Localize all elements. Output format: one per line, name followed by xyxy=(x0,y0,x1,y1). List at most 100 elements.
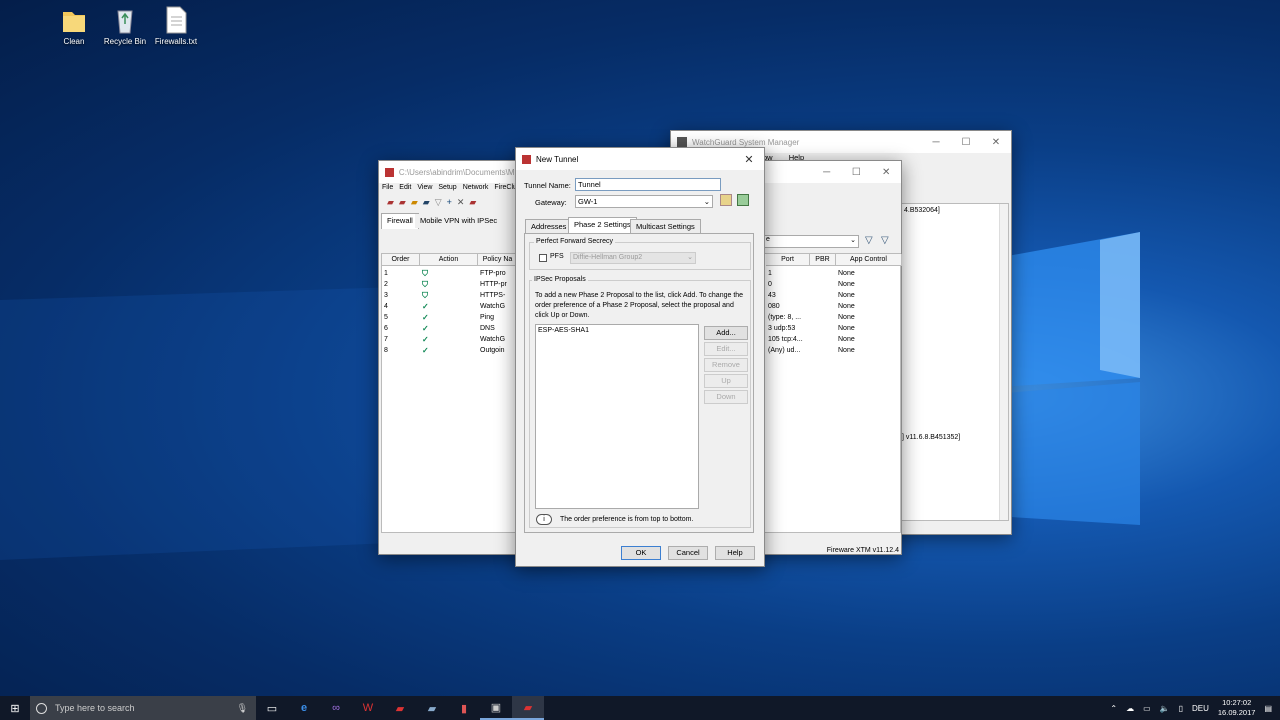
add-gateway-icon[interactable] xyxy=(737,194,749,206)
clock-date: 16.09.2017 xyxy=(1217,708,1256,717)
tab-phase-2-settings[interactable]: Phase 2 Settings xyxy=(568,217,637,233)
close-icon[interactable]: ✕ xyxy=(734,153,764,166)
close-icon[interactable]: ✕ xyxy=(981,137,1011,148)
menu-network[interactable]: Network xyxy=(463,184,489,191)
delete-icon[interactable]: ✕ xyxy=(457,197,470,207)
diffie-hellman-select[interactable]: Diffie-Hellman Group2 ⌄ xyxy=(570,252,696,264)
tab-mobile-vpn-ipsec[interactable]: Mobile VPN with IPSec xyxy=(415,214,503,228)
menu-view[interactable]: View xyxy=(417,184,432,191)
toolbar-icon[interactable]: ▰ xyxy=(399,197,411,207)
microphone-icon[interactable]: 🎙 xyxy=(237,703,248,714)
dialog-app-icon xyxy=(522,154,531,164)
up-button[interactable]: Up xyxy=(704,374,748,388)
down-button[interactable]: Down xyxy=(704,390,748,404)
text-file-icon xyxy=(163,6,189,34)
menu-file[interactable]: File xyxy=(382,184,393,191)
close-icon[interactable]: ✕ xyxy=(871,167,901,178)
app-icon[interactable]: ▰ xyxy=(416,696,448,720)
remove-button[interactable]: Remove xyxy=(704,358,748,372)
column-header-action[interactable]: Action xyxy=(420,254,478,266)
chevron-up-icon[interactable]: ⌃ xyxy=(1110,704,1117,713)
row-pbr: None xyxy=(838,292,855,299)
row-policy-name: FTP-pro xyxy=(480,270,506,277)
wsm-device-tree[interactable]: 4.B532064] ] v11.6.8.B451352] xyxy=(901,203,1009,521)
menu-edit[interactable]: Edit xyxy=(399,184,411,191)
ok-button[interactable]: OK xyxy=(621,546,661,560)
speaker-icon[interactable]: 🔈 xyxy=(1160,704,1170,713)
policy-manager-taskbar-icon[interactable]: ▰ xyxy=(512,696,544,720)
column-header-port[interactable]: Port xyxy=(766,254,810,266)
app-icon[interactable]: ▮ xyxy=(448,696,480,720)
tab-firewall[interactable]: Firewall xyxy=(381,213,419,229)
network-icon[interactable]: ▭ xyxy=(1143,704,1151,713)
pfs-label: PFS xyxy=(550,253,564,260)
notifications-icon[interactable]: ▤ xyxy=(1264,704,1272,713)
row-policy-name: WatchG xyxy=(480,303,506,310)
edge-icon[interactable]: e xyxy=(288,696,320,720)
tab-multicast-settings[interactable]: Multicast Settings xyxy=(630,219,701,233)
pfs-checkbox[interactable] xyxy=(539,254,547,262)
tab-addresses[interactable]: Addresses xyxy=(525,219,573,233)
column-header-order[interactable]: Order xyxy=(382,254,420,266)
add-icon[interactable]: + xyxy=(447,197,457,207)
policy-filter-select[interactable]: e ⌄ xyxy=(763,235,859,248)
column-header-policy-name[interactable]: Policy Na xyxy=(478,254,518,266)
row-port: 43 xyxy=(768,292,776,299)
cancel-button[interactable]: Cancel xyxy=(668,546,708,560)
language-indicator[interactable]: DEU xyxy=(1192,704,1209,713)
column-header-app-control[interactable]: App Control xyxy=(836,254,902,266)
row-order: 3 xyxy=(384,292,388,299)
watchguard-icon[interactable]: W xyxy=(352,696,384,720)
wsm-taskbar-icon[interactable]: ▣ xyxy=(480,696,512,720)
cortana-icon xyxy=(36,702,47,714)
tunnel-name-input[interactable] xyxy=(575,178,721,191)
search-box[interactable]: Type here to search 🎙 xyxy=(30,696,256,720)
toolbar-icon[interactable]: ▰ xyxy=(469,197,481,207)
allow-action-icon: ✓ xyxy=(422,335,429,344)
allow-action-icon: ✓ xyxy=(422,302,429,311)
proposal-list[interactable]: ESP-AES-SHA1 xyxy=(535,324,699,509)
row-pbr: None xyxy=(838,303,855,310)
task-view-icon[interactable]: ▭ xyxy=(256,696,288,720)
visual-studio-icon[interactable]: ∞ xyxy=(320,696,352,720)
new-tunnel-dialog[interactable]: New Tunnel ✕ Tunnel Name: Gateway: GW-1 ⌄… xyxy=(515,147,765,567)
row-port: 080 xyxy=(768,303,780,310)
add-button[interactable]: Add... xyxy=(704,326,748,340)
ipsec-description: To add a new Phase 2 Proposal to the lis… xyxy=(535,292,744,319)
filter-icon[interactable]: ▽ xyxy=(865,235,873,246)
desktop-icon-firewalls-txt[interactable]: Firewalls.txt xyxy=(146,6,206,46)
row-pbr: None xyxy=(838,281,855,288)
minimize-icon[interactable]: ─ xyxy=(921,137,951,148)
recycle-bin-icon xyxy=(112,6,138,34)
column-header-pbr[interactable]: PBR xyxy=(810,254,836,266)
maximize-icon[interactable]: ☐ xyxy=(842,167,872,178)
filter-icon[interactable]: ▽ xyxy=(435,197,447,207)
app-icon[interactable]: ▰ xyxy=(384,696,416,720)
clock[interactable]: 10:27:02 16.09.2017 xyxy=(1218,698,1256,718)
filter-clear-icon[interactable]: ▽ xyxy=(881,235,889,246)
toolbar-icon[interactable]: ▰ xyxy=(387,197,399,207)
cloud-icon[interactable]: ☁ xyxy=(1126,704,1134,713)
save-icon[interactable]: ▰ xyxy=(423,197,435,207)
menu-setup[interactable]: Setup xyxy=(438,184,456,191)
scrollbar[interactable] xyxy=(999,204,1008,520)
toolbar-icon[interactable]: ▰ xyxy=(411,197,423,207)
allow-action-icon: ✓ xyxy=(422,324,429,333)
gateway-select[interactable]: GW-1 ⌄ xyxy=(575,195,713,208)
list-item[interactable]: ESP-AES-SHA1 xyxy=(536,325,698,336)
row-policy-name: Ping xyxy=(480,314,495,321)
menu-fireclu[interactable]: FireClu xyxy=(494,184,517,191)
minimize-icon[interactable]: ─ xyxy=(812,167,842,178)
folder-icon xyxy=(61,6,87,34)
status-bar-version: Fireware XTM v11.12.4 xyxy=(826,547,899,554)
row-order: 4 xyxy=(384,303,388,310)
allow-action-icon: ✓ xyxy=(422,313,429,322)
help-button[interactable]: Help xyxy=(715,546,755,560)
start-button[interactable]: ⊞ xyxy=(0,696,30,720)
maximize-icon[interactable]: ☐ xyxy=(951,137,981,148)
chevron-down-icon: ⌄ xyxy=(687,254,693,261)
row-policy-name: Outgoin xyxy=(480,347,505,354)
battery-icon[interactable]: ▯ xyxy=(1179,704,1183,713)
edit-gateway-icon[interactable] xyxy=(720,194,732,206)
edit-button[interactable]: Edit... xyxy=(704,342,748,356)
